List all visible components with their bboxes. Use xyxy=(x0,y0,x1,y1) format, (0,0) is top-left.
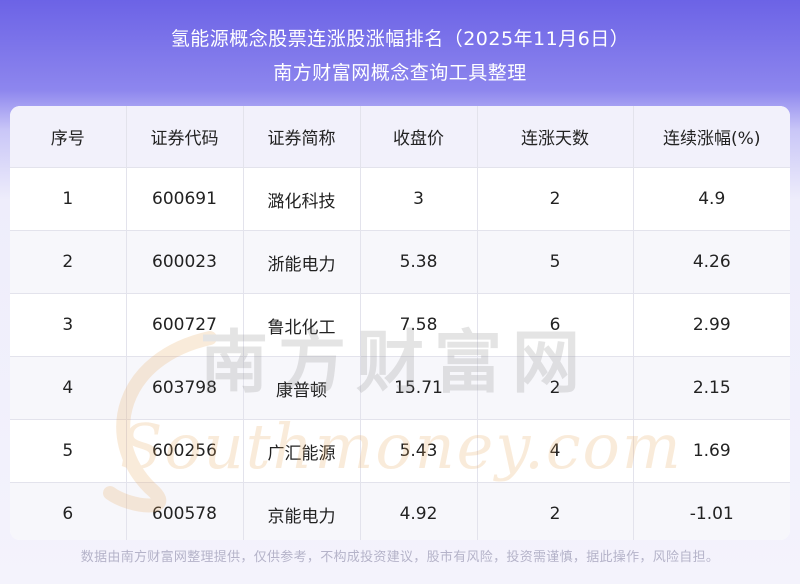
table-row: 5 600256 广汇能源 5.43 4 1.69 xyxy=(10,419,790,483)
cell-index: 4 xyxy=(10,356,127,420)
table-row: 4 603798 康普顿 15.71 2 2.15 xyxy=(10,356,790,420)
cell-name: 潞化科技 xyxy=(243,167,361,231)
cell-gain-pct: 2.15 xyxy=(633,356,790,420)
column-header-code: 证券代码 xyxy=(126,106,244,168)
cell-close-price: 7.58 xyxy=(360,293,478,357)
table-row: 6 600578 京能电力 4.92 2 -1.01 xyxy=(10,482,790,540)
cell-gain-pct: 4.26 xyxy=(633,230,790,294)
page-subtitle: 南方财富网概念查询工具整理 xyxy=(273,62,527,84)
cell-code: 600023 xyxy=(126,230,244,294)
cell-code: 600578 xyxy=(126,482,244,540)
cell-index: 5 xyxy=(10,419,127,483)
footer-disclaimer: 数据由南方财富网整理提供，仅供参考，不构成投资建议，股市有风险，投资需谨慎，据此… xyxy=(80,550,720,565)
cell-gain-pct: -1.01 xyxy=(633,482,790,540)
cell-index: 6 xyxy=(10,482,127,540)
cell-close-price: 4.92 xyxy=(360,482,478,540)
table-header-row: 序号 证券代码 证券简称 收盘价 连涨天数 连续涨幅(%) xyxy=(10,106,790,168)
cell-name: 康普顿 xyxy=(243,356,361,420)
ranking-table-card: 序号 证券代码 证券简称 收盘价 连涨天数 连续涨幅(%) 1 600691 潞… xyxy=(10,106,790,540)
page-title: 氢能源概念股票连涨股涨幅排名（2025年11月6日） xyxy=(170,28,630,50)
table-row: 2 600023 浙能电力 5.38 5 4.26 xyxy=(10,230,790,294)
cell-close-price: 5.43 xyxy=(360,419,478,483)
cell-up-days: 5 xyxy=(477,230,634,294)
cell-close-price: 15.71 xyxy=(360,356,478,420)
column-header-up-days: 连涨天数 xyxy=(477,106,634,168)
cell-index: 1 xyxy=(10,167,127,231)
cell-gain-pct: 1.69 xyxy=(633,419,790,483)
column-header-gain-pct: 连续涨幅(%) xyxy=(633,106,790,168)
cell-up-days: 2 xyxy=(477,167,634,231)
column-header-index: 序号 xyxy=(10,106,127,168)
cell-index: 3 xyxy=(10,293,127,357)
column-header-close-price: 收盘价 xyxy=(360,106,478,168)
cell-name: 广汇能源 xyxy=(243,419,361,483)
cell-code: 600256 xyxy=(126,419,244,483)
cell-name: 浙能电力 xyxy=(243,230,361,294)
cell-name: 京能电力 xyxy=(243,482,361,540)
cell-up-days: 4 xyxy=(477,419,634,483)
cell-code: 600691 xyxy=(126,167,244,231)
cell-code: 600727 xyxy=(126,293,244,357)
cell-up-days: 2 xyxy=(477,356,634,420)
cell-code: 603798 xyxy=(126,356,244,420)
cell-gain-pct: 2.99 xyxy=(633,293,790,357)
cell-name: 鲁北化工 xyxy=(243,293,361,357)
cell-gain-pct: 4.9 xyxy=(633,167,790,231)
table-row: 1 600691 潞化科技 3 2 4.9 xyxy=(10,167,790,231)
ranking-table: 序号 证券代码 证券简称 收盘价 连涨天数 连续涨幅(%) 1 600691 潞… xyxy=(10,106,790,540)
cell-up-days: 6 xyxy=(477,293,634,357)
cell-up-days: 2 xyxy=(477,482,634,540)
table-row: 3 600727 鲁北化工 7.58 6 2.99 xyxy=(10,293,790,357)
cell-index: 2 xyxy=(10,230,127,294)
cell-close-price: 3 xyxy=(360,167,478,231)
page-header: 氢能源概念股票连涨股涨幅排名（2025年11月6日） 南方财富网概念查询工具整理 xyxy=(0,0,800,110)
column-header-name: 证券简称 xyxy=(243,106,361,168)
cell-close-price: 5.38 xyxy=(360,230,478,294)
